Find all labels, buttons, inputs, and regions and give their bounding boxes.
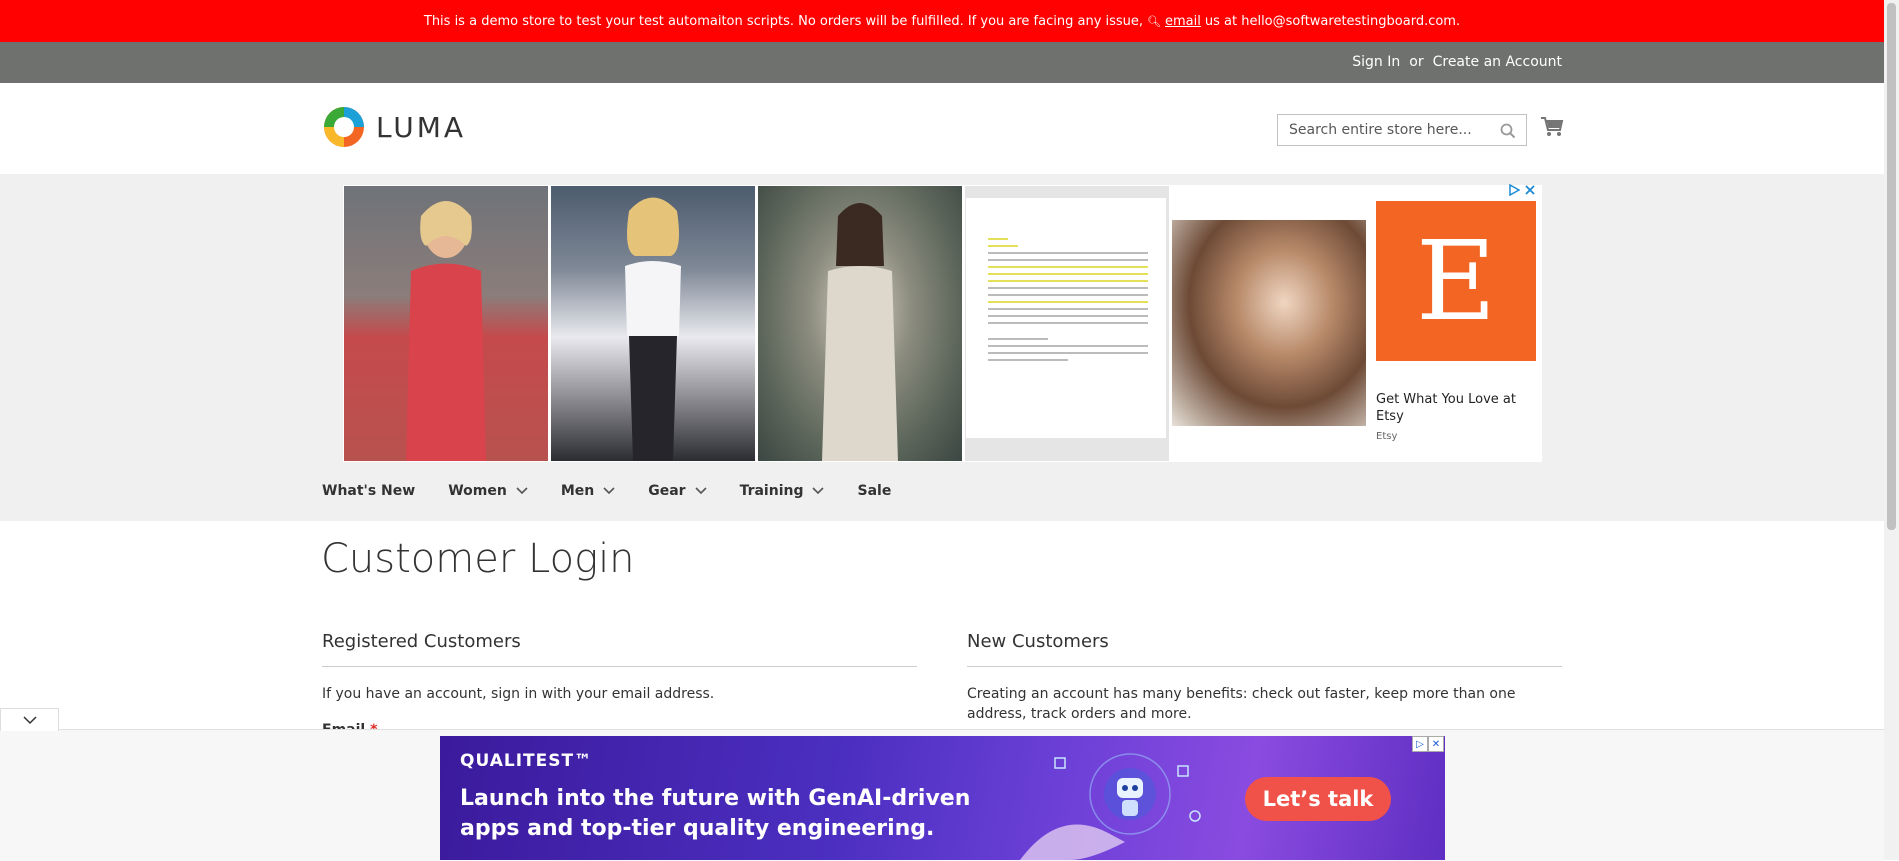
chevron-down-icon [694,487,707,495]
nav-item-sale[interactable]: Sale [857,483,891,499]
nav-label: Training [739,483,804,499]
nav-label: Sale [857,483,892,499]
document-preview [966,198,1166,438]
adchoices-icon[interactable]: ▷ [1412,736,1428,752]
create-account-link[interactable]: Create an Account [1433,54,1562,70]
cart-icon[interactable] [1540,116,1564,138]
bottom-ad-brand: QUALITEST™ [460,751,593,771]
bottom-ad-headline: Launch into the future with GenAI-driven… [460,786,971,841]
logo-text: LUMA [376,110,467,144]
ad-image-document[interactable] [965,186,1169,461]
person-figure [406,201,486,461]
search-icon[interactable] [1500,123,1516,139]
registered-customers-title: Registered Customers [322,631,917,667]
bottom-adchoices[interactable]: ▷ ✕ [1412,736,1444,752]
logo[interactable]: LUMA [322,105,466,149]
ad-image-2[interactable] [551,186,755,461]
collapse-ad-button[interactable] [0,708,59,731]
person-figure [822,203,898,461]
nav-label: Women [448,483,507,499]
top-ad-banner[interactable] [343,185,1542,462]
demo-notice-bar: This is a demo store to test your test a… [0,0,1884,42]
chevron-down-icon [22,715,37,724]
chevron-down-icon [516,487,528,495]
search-box [1277,114,1527,146]
luma-logo-icon [324,107,364,147]
new-customers-text: Creating an account has many benefits: c… [967,686,1516,722]
nav-label: Men [560,483,595,499]
sign-in-link[interactable]: Sign In [1352,54,1400,70]
or-separator: or [1409,54,1424,70]
nav-label: What's New [322,483,416,499]
nav-item-training[interactable]: Training [740,483,825,499]
nav-item-men[interactable]: Men [561,483,615,499]
email-link[interactable]: email [1165,14,1201,29]
ad-image-5[interactable] [1172,186,1376,461]
nav-item-gear[interactable]: Gear [648,483,707,499]
new-customers-title: New Customers [967,631,1562,667]
demo-notice-text-after: us at hello@softwaretestingboard.com. [1204,13,1461,29]
close-ad-icon[interactable]: ✕ [1428,736,1444,752]
etsy-ad[interactable]: E Get What You Love at Etsy Etsy [1366,185,1541,462]
registered-customers-text: If you have an account, sign in with you… [322,686,715,702]
demo-notice-text: This is a demo store to test your test a… [423,13,1144,29]
search-input[interactable] [1287,121,1501,139]
nav-item-whats-new[interactable]: What's New [322,483,415,499]
etsy-ad-brand: Etsy [1376,431,1398,442]
ad-image-1[interactable] [344,186,548,461]
header: LUMA [0,83,1884,174]
chevron-down-icon [603,487,615,495]
panel-header: Sign In or Create an Account [0,42,1884,83]
adchoices[interactable] [1508,184,1536,196]
page-title: Customer Login [321,536,635,582]
lets-talk-button[interactable]: Let’s talk [1245,777,1391,821]
page-scrollbar[interactable] [1884,0,1899,860]
nav-item-women[interactable]: Women [448,483,528,499]
scrollbar-thumb[interactable] [1887,3,1896,530]
person-figure [625,197,681,461]
bottom-ad[interactable]: QUALITEST™ Launch into the future with G… [440,736,1445,860]
main-nav: What's New Women Men Gear Training Sale [322,483,924,499]
key-icon: 🔍︎ [1147,14,1162,28]
chevron-down-icon [812,487,825,495]
etsy-ad-headline[interactable]: Get What You Love at Etsy [1376,391,1536,425]
adchoices-icon[interactable] [1508,184,1520,196]
ad-image-3[interactable] [758,186,962,461]
ad-photo [1172,220,1376,426]
close-ad-icon[interactable] [1524,184,1536,196]
etsy-logo: E [1376,201,1536,361]
robot-hand-illustration [1020,753,1201,860]
nav-label: Gear [648,483,686,499]
header-links: Sign In or Create an Account [1352,54,1562,70]
